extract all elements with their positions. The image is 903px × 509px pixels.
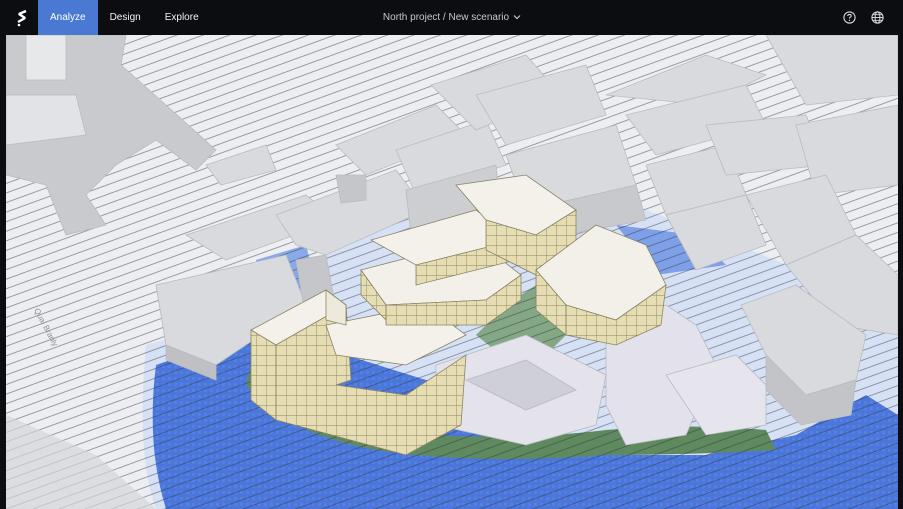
help-icon[interactable] — [842, 11, 856, 25]
tab-analyze[interactable]: Analyze — [38, 0, 98, 35]
map-3d-viewport[interactable]: Quai Branly — [6, 35, 898, 509]
globe-icon[interactable] — [870, 11, 884, 25]
project-switcher[interactable]: North project / New scenario — [383, 12, 521, 23]
app-window: Analyze Design Explore North project / N… — [6, 0, 898, 509]
toolbar-right — [842, 0, 884, 35]
top-navigation-bar: Analyze Design Explore North project / N… — [6, 0, 898, 35]
project-title: North project / New scenario — [382, 12, 510, 23]
chevron-down-icon — [513, 12, 521, 23]
tab-design[interactable]: Design — [98, 0, 153, 35]
tab-explore[interactable]: Explore — [153, 0, 211, 35]
spacemaker-logo-icon[interactable] — [6, 0, 38, 35]
mode-tabs: Analyze Design Explore — [38, 0, 211, 35]
